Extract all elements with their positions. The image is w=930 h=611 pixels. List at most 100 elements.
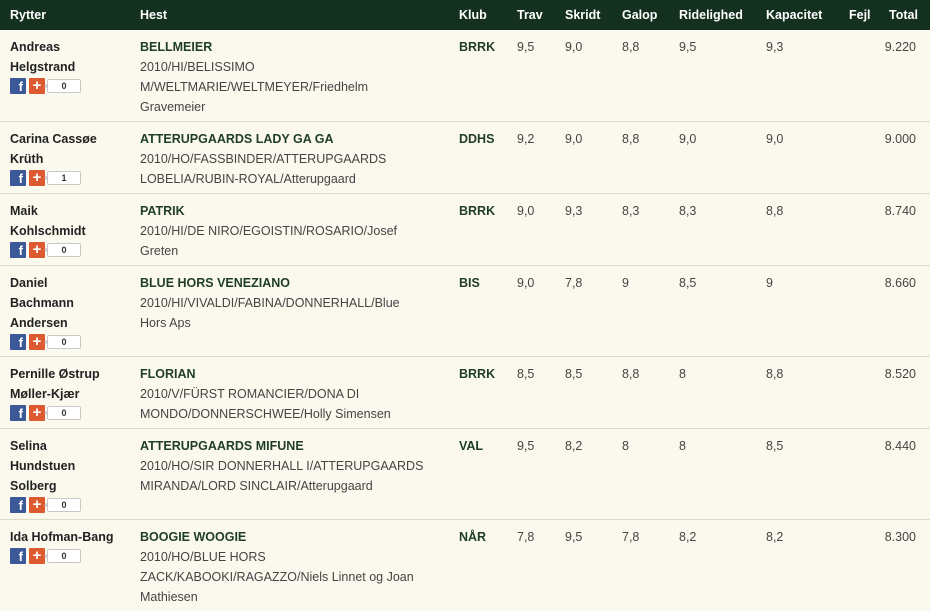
facebook-icon[interactable]: f — [10, 78, 26, 94]
results-table: Rytter Hest Klub Trav Skridt Galop Ridel… — [0, 0, 930, 611]
col-skridt[interactable]: Skridt — [555, 0, 612, 30]
ridelighed-cell: 8,2 — [669, 520, 756, 611]
table-row: DanielBachmannAndersenf+0BLUE HORS VENEZ… — [0, 266, 930, 357]
horse-info: Hors Aps — [140, 313, 449, 333]
col-galop[interactable]: Galop — [612, 0, 669, 30]
rider-cell: Ida Hofman-Bangf+0 — [0, 520, 134, 611]
total-cell: 8.520 — [879, 357, 930, 429]
kapacitet-cell: 8,2 — [756, 520, 839, 611]
horse-name: BOOGIE WOOGIE — [140, 527, 449, 547]
google-plus-icon[interactable]: + — [29, 497, 45, 513]
horse-cell: ATTERUPGAARDS LADY GA GA2010/HO/FASSBIND… — [134, 122, 449, 194]
horse-info: MIRANDA/LORD SINCLAIR/Atterupgaard — [140, 476, 449, 496]
galop-cell: 8 — [612, 429, 669, 520]
social-share: f+0 — [10, 546, 134, 566]
facebook-icon[interactable]: f — [10, 242, 26, 258]
kapacitet-cell: 9,0 — [756, 122, 839, 194]
fejl-cell — [839, 30, 879, 122]
horse-cell: FLORIAN2010/V/FÜRST ROMANCIER/DONA DIMON… — [134, 357, 449, 429]
table-row: Pernille ØstrupMøller-Kjærf+0FLORIAN2010… — [0, 357, 930, 429]
klub-cell: BRRK — [449, 30, 507, 122]
google-plus-icon[interactable]: + — [29, 242, 45, 258]
horse-info: Mathiesen — [140, 587, 449, 607]
ridelighed-cell: 8 — [669, 429, 756, 520]
skridt-cell: 8,5 — [555, 357, 612, 429]
fejl-cell — [839, 194, 879, 266]
google-plus-icon[interactable]: + — [29, 334, 45, 350]
klub-cell: DDHS — [449, 122, 507, 194]
horse-info: 2010/HO/FASSBINDER/ATTERUPGAARDS — [140, 149, 449, 169]
skridt-cell: 8,2 — [555, 429, 612, 520]
ridelighed-cell: 9,5 — [669, 30, 756, 122]
horse-info: Greten — [140, 241, 449, 261]
total-cell: 8.660 — [879, 266, 930, 357]
share-count: 0 — [47, 243, 81, 257]
total-cell: 9.220 — [879, 30, 930, 122]
horse-cell: BLUE HORS VENEZIANO2010/HI/VIVALDI/FABIN… — [134, 266, 449, 357]
share-count: 0 — [47, 549, 81, 563]
skridt-cell: 9,0 — [555, 122, 612, 194]
horse-info: 2010/HO/SIR DONNERHALL I/ATTERUPGAARDS — [140, 456, 449, 476]
rider-name: Andersen — [10, 313, 134, 333]
google-plus-icon[interactable]: + — [29, 78, 45, 94]
trav-cell: 9,5 — [507, 429, 555, 520]
col-hest[interactable]: Hest — [134, 0, 449, 30]
social-share: f+0 — [10, 332, 134, 352]
rider-name: Andreas — [10, 37, 134, 57]
trav-cell: 9,0 — [507, 194, 555, 266]
col-trav[interactable]: Trav — [507, 0, 555, 30]
horse-info: Gravemeier — [140, 97, 449, 117]
share-count: 0 — [47, 79, 81, 93]
fejl-cell — [839, 357, 879, 429]
rider-name: Maik — [10, 201, 134, 221]
horse-cell: BELLMEIER2010/HI/BELISSIMOM/WELTMARIE/WE… — [134, 30, 449, 122]
skridt-cell: 9,3 — [555, 194, 612, 266]
facebook-icon[interactable]: f — [10, 170, 26, 186]
google-plus-icon[interactable]: + — [29, 170, 45, 186]
facebook-icon[interactable]: f — [10, 497, 26, 513]
facebook-icon[interactable]: f — [10, 334, 26, 350]
facebook-icon[interactable]: f — [10, 405, 26, 421]
rider-cell: DanielBachmannAndersenf+0 — [0, 266, 134, 357]
horse-info: 2010/HI/VIVALDI/FABINA/DONNERHALL/Blue — [140, 293, 449, 313]
rider-name: Kohlschmidt — [10, 221, 134, 241]
ridelighed-cell: 8 — [669, 357, 756, 429]
total-cell: 8.740 — [879, 194, 930, 266]
share-count: 0 — [47, 498, 81, 512]
facebook-icon[interactable]: f — [10, 548, 26, 564]
col-kapacitet[interactable]: Kapacitet — [756, 0, 839, 30]
col-ridelighed[interactable]: Ridelighed — [669, 0, 756, 30]
col-total[interactable]: Total — [879, 0, 930, 30]
table-row: Ida Hofman-Bangf+0BOOGIE WOOGIE2010/HO/B… — [0, 520, 930, 611]
rider-cell: SelinaHundstuenSolbergf+0 — [0, 429, 134, 520]
horse-cell: BOOGIE WOOGIE2010/HO/BLUE HORSZACK/KABOO… — [134, 520, 449, 611]
trav-cell: 8,5 — [507, 357, 555, 429]
col-fejl[interactable]: Fejl — [839, 0, 879, 30]
trav-cell: 9,5 — [507, 30, 555, 122]
skridt-cell: 7,8 — [555, 266, 612, 357]
horse-name: ATTERUPGAARDS MIFUNE — [140, 436, 449, 456]
rider-name: Pernille Østrup — [10, 364, 134, 384]
social-share: f+0 — [10, 403, 134, 423]
fejl-cell — [839, 266, 879, 357]
share-count: 0 — [47, 335, 81, 349]
klub-cell: BIS — [449, 266, 507, 357]
table-body: AndreasHelgstrandf+0BELLMEIER2010/HI/BEL… — [0, 30, 930, 611]
social-share: f+0 — [10, 240, 134, 260]
col-rytter[interactable]: Rytter — [0, 0, 134, 30]
rider-name: Bachmann — [10, 293, 134, 313]
google-plus-icon[interactable]: + — [29, 548, 45, 564]
fejl-cell — [839, 429, 879, 520]
galop-cell: 8,3 — [612, 194, 669, 266]
kapacitet-cell: 8,5 — [756, 429, 839, 520]
rider-name: Carina Cassøe — [10, 129, 134, 149]
kapacitet-cell: 9 — [756, 266, 839, 357]
horse-info: 2010/V/FÜRST ROMANCIER/DONA DI — [140, 384, 449, 404]
klub-cell: BRRK — [449, 194, 507, 266]
horse-name: FLORIAN — [140, 364, 449, 384]
kapacitet-cell: 8,8 — [756, 194, 839, 266]
google-plus-icon[interactable]: + — [29, 405, 45, 421]
col-klub[interactable]: Klub — [449, 0, 507, 30]
galop-cell: 7,8 — [612, 520, 669, 611]
rider-cell: MaikKohlschmidtf+0 — [0, 194, 134, 266]
